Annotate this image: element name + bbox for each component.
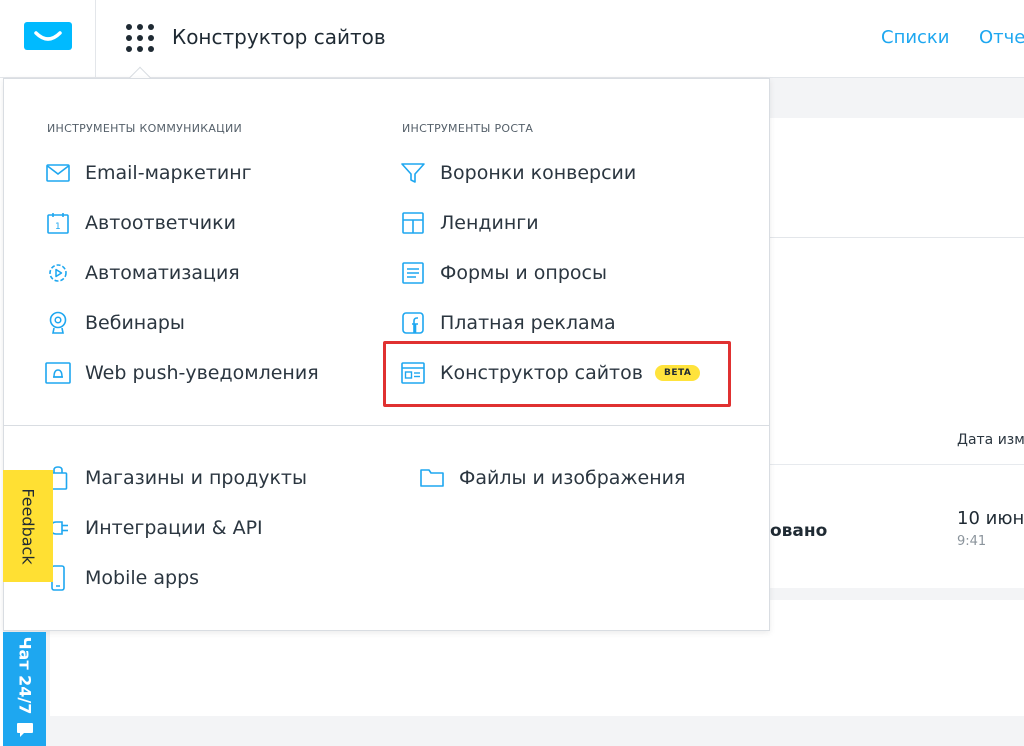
- menu-item-files-images[interactable]: Файлы и изображения: [419, 463, 685, 493]
- envelope-icon: [45, 160, 71, 186]
- header-separator: [95, 0, 96, 78]
- menu-item-landing-pages[interactable]: Лендинги: [400, 208, 539, 238]
- menu-item-mobile-apps[interactable]: Mobile apps: [45, 563, 199, 593]
- menu-item-website-builder[interactable]: Конструктор сайтов BETA: [400, 358, 701, 388]
- current-product-title[interactable]: Конструктор сайтов: [172, 25, 386, 49]
- feedback-tab[interactable]: Feedback: [3, 470, 53, 582]
- bell-window-icon: [45, 360, 71, 386]
- growth-tools-heading: ИНСТРУМЕНТЫ РОСТА: [402, 122, 534, 135]
- menu-item-paid-ads[interactable]: Платная реклама: [400, 308, 616, 338]
- menu-item-email-marketing[interactable]: Email-маркетинг: [45, 158, 252, 188]
- automation-gear-icon: [45, 260, 71, 286]
- column-header-date-modified[interactable]: Дата изм: [957, 432, 1024, 448]
- chat-label: Чат 24/7: [15, 636, 34, 715]
- menu-item-stores-products[interactable]: Магазины и продукты: [45, 463, 307, 493]
- communication-tools-heading: ИНСТРУМЕНТЫ КОММУНИКАЦИИ: [47, 122, 243, 135]
- website-builder-icon: [400, 360, 426, 386]
- top-bar: Конструктор сайтов Списки Отче: [0, 0, 1024, 78]
- form-icon: [400, 260, 426, 286]
- facebook-ad-icon: [400, 310, 426, 336]
- nav-link-lists[interactable]: Списки: [881, 27, 950, 48]
- webcam-icon: [45, 310, 71, 336]
- chat-bubble-icon: [16, 722, 34, 742]
- apps-grid-icon[interactable]: [126, 24, 154, 52]
- site-date: 10 июн: [957, 508, 1024, 529]
- calendar-icon: 1: [45, 210, 71, 236]
- menu-item-webinars[interactable]: Вебинары: [45, 308, 185, 338]
- menu-item-autoresponders[interactable]: 1 Автоответчики: [45, 208, 236, 238]
- smile-logo-icon: [34, 31, 62, 41]
- menu-item-automation[interactable]: Автоматизация: [45, 258, 240, 288]
- menu-item-conversion-funnels[interactable]: Воронки конверсии: [400, 158, 636, 188]
- nav-link-reports[interactable]: Отче: [979, 27, 1024, 48]
- products-dropdown-menu: ИНСТРУМЕНТЫ КОММУНИКАЦИИ ИНСТРУМЕНТЫ РОС…: [3, 78, 770, 631]
- feedback-label: Feedback: [18, 487, 38, 565]
- getresponse-logo[interactable]: [24, 22, 72, 50]
- site-status: овано: [770, 521, 828, 541]
- menu-item-forms-surveys[interactable]: Формы и опросы: [400, 258, 607, 288]
- funnel-icon: [400, 160, 426, 186]
- menu-item-web-push[interactable]: Web push-уведомления: [45, 358, 319, 388]
- folder-icon: [419, 465, 445, 491]
- menu-divider: [4, 425, 769, 426]
- landing-layout-icon: [400, 210, 426, 236]
- site-time: 9:41: [957, 534, 987, 549]
- beta-badge: BETA: [654, 365, 701, 381]
- svg-text:1: 1: [55, 222, 61, 232]
- table-row-divider: [770, 464, 1024, 465]
- chat-tab[interactable]: Чат 24/7: [3, 632, 46, 746]
- menu-item-integrations-api[interactable]: Интеграции & API: [45, 513, 263, 543]
